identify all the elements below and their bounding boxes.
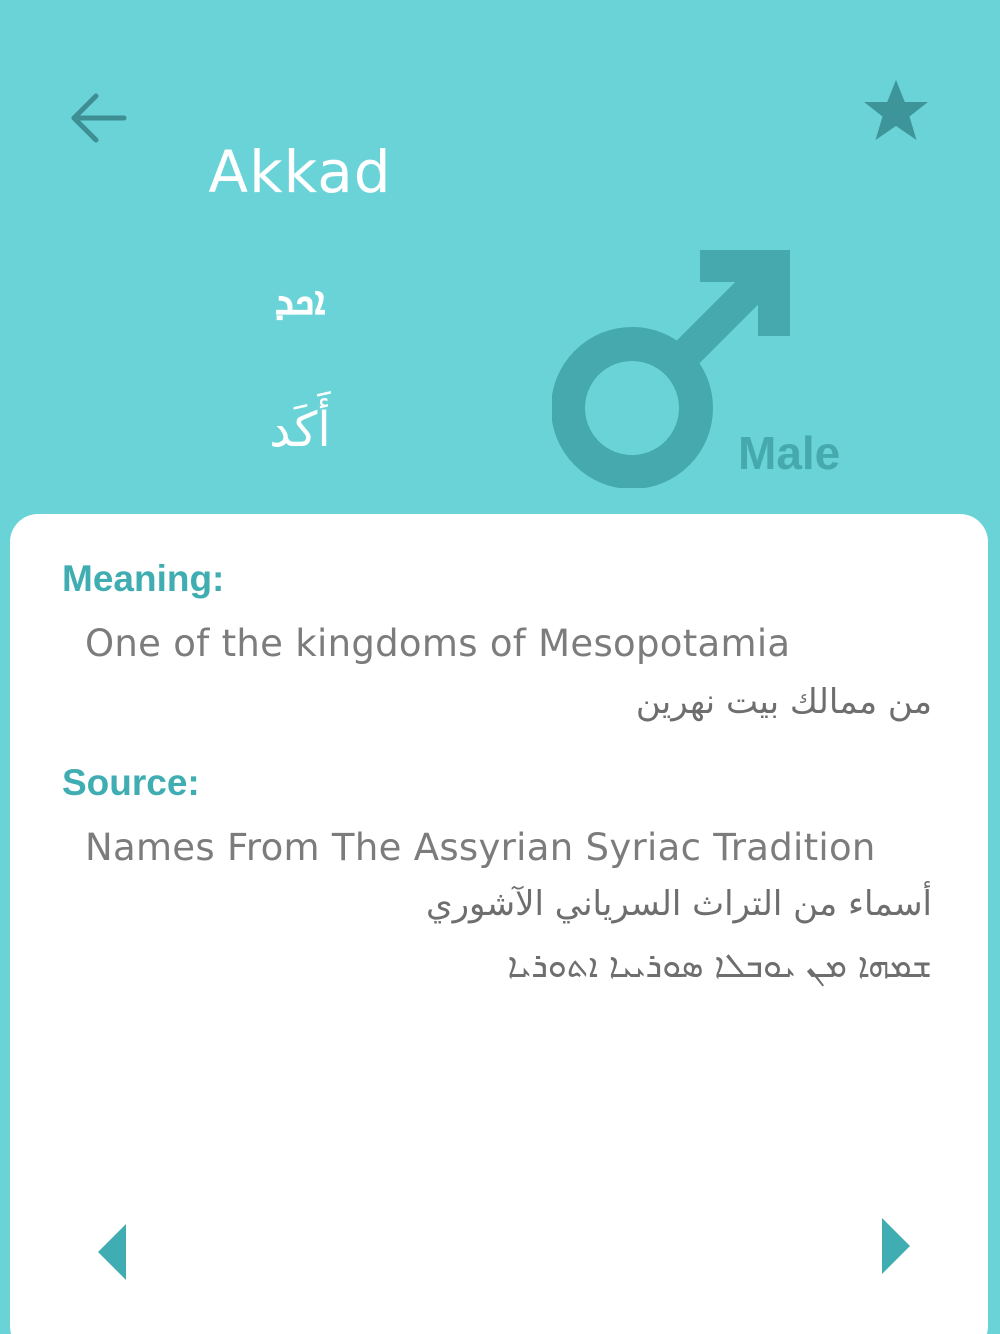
meaning-english: One of the kingdoms of Mesopotamia — [85, 622, 791, 665]
source-arabic: أسماء من التراث السرياني الآشوري — [426, 884, 932, 924]
next-name-button[interactable] — [876, 1216, 916, 1276]
name-header: Akkad ܐܟܕ أَكَد Male — [0, 0, 1000, 520]
meaning-label: Meaning: — [62, 558, 225, 599]
source-label: Source: — [62, 762, 200, 803]
source-syriac: ܫܡܗܐ ܡܢ ܝܘܒܠܐ ܣܘܪܝܝܐ ܐܬܘܪܝܐ — [507, 946, 932, 986]
triangle-right-icon — [882, 1218, 910, 1274]
source-english: Names From The Assyrian Syriac Tradition — [85, 826, 876, 869]
previous-name-button[interactable] — [94, 1222, 134, 1282]
name-syriac: ܐܟܕ — [274, 278, 326, 324]
name-arabic: أَكَد — [269, 402, 331, 458]
gender-label: Male — [738, 427, 841, 479]
details-card: Meaning: One of the kingdoms of Mesopota… — [10, 514, 988, 1334]
triangle-left-icon — [98, 1224, 126, 1280]
arrow-left-icon — [71, 93, 127, 143]
name-latin: Akkad — [208, 138, 392, 206]
meaning-arabic: من ممالك بيت نهرين — [635, 682, 932, 722]
favorite-button[interactable] — [860, 76, 932, 144]
back-button[interactable] — [66, 88, 132, 148]
star-icon — [864, 80, 928, 140]
